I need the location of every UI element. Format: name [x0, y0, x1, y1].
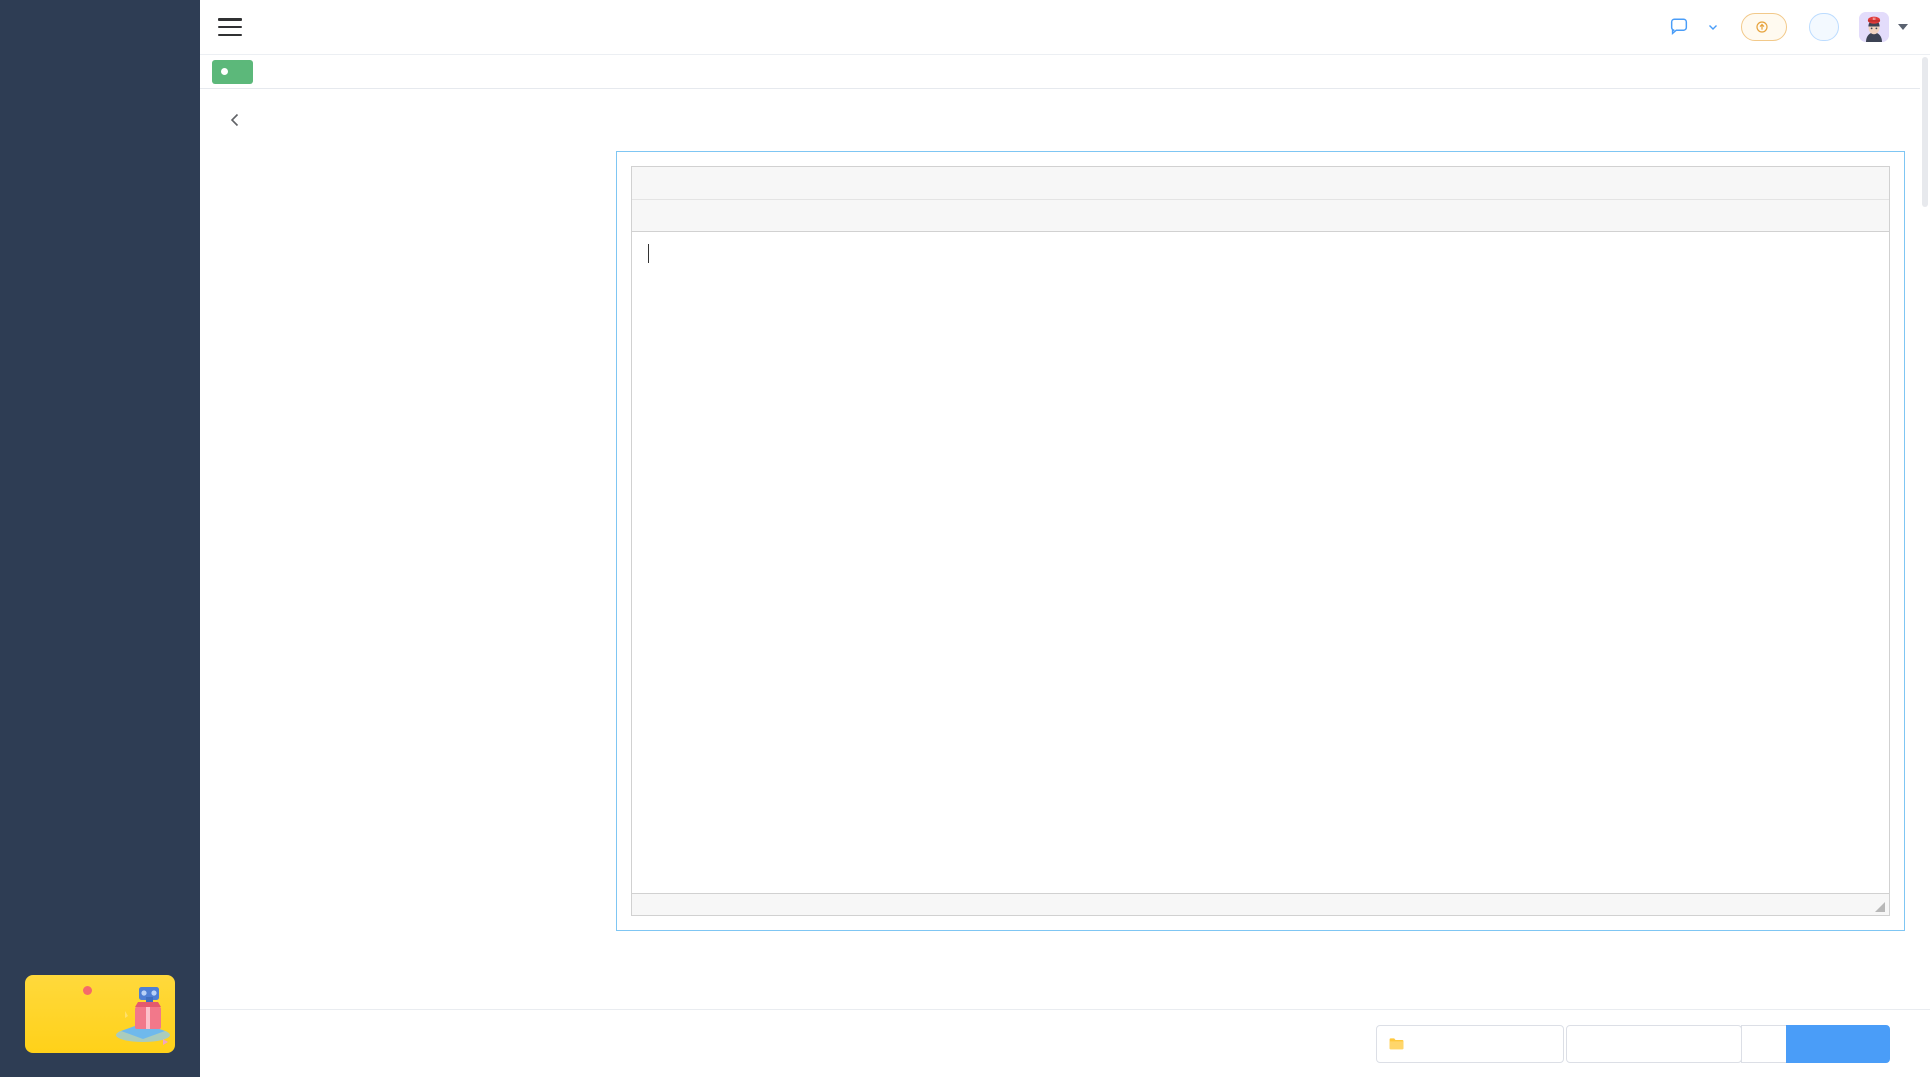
- template-name-input[interactable]: [1566, 1024, 1742, 1063]
- avatar[interactable]: M: [1859, 12, 1889, 42]
- save-button[interactable]: [1786, 1024, 1890, 1063]
- top-bar-right: M: [1668, 12, 1908, 42]
- rich-text-editor: [631, 166, 1890, 916]
- save-draft-button[interactable]: [1741, 1024, 1787, 1063]
- app-root: M: [0, 0, 1930, 1077]
- page-scrollbar[interactable]: [1920, 55, 1930, 1077]
- page-header: [200, 89, 1930, 151]
- tab-status-dot: [221, 68, 228, 75]
- toolbar-row-2: [632, 199, 1889, 231]
- chat-bubble-icon[interactable]: [1668, 16, 1690, 38]
- folder-icon: [1389, 1037, 1404, 1050]
- menu-icon[interactable]: [218, 18, 242, 36]
- editor-panel: [616, 151, 1905, 931]
- upgrade-icon: [1756, 21, 1768, 33]
- chevron-down-icon: [1709, 25, 1717, 30]
- svg-text:M: M: [1873, 17, 1876, 21]
- sidebar-nav: [0, 0, 200, 975]
- page-tab-strip: [200, 55, 1930, 89]
- editor-content-body[interactable]: [632, 232, 1889, 893]
- feedback-button[interactable]: [1809, 13, 1839, 41]
- promo-banner[interactable]: [25, 975, 175, 1053]
- page-tab-edit-mail-template[interactable]: [212, 59, 253, 84]
- editor-toolbar: [632, 167, 1889, 232]
- editor-row: [200, 151, 1930, 931]
- team-switcher[interactable]: [1700, 21, 1719, 33]
- content-area: [200, 89, 1930, 1077]
- resize-handle-icon[interactable]: [1873, 900, 1886, 913]
- main-area: M: [200, 0, 1930, 1077]
- user-menu-caret-icon[interactable]: [1898, 24, 1908, 30]
- footer-action-bar: [200, 1009, 1930, 1077]
- chevron-left-icon[interactable]: [226, 111, 244, 129]
- editor-status-bar: [632, 893, 1889, 915]
- text-cursor: [648, 244, 649, 263]
- toolbar-row-1: [632, 167, 1889, 199]
- avatar-image: M: [1859, 12, 1889, 42]
- scrollbar-thumb[interactable]: [1922, 57, 1928, 207]
- upgrade-plan-button[interactable]: [1741, 13, 1787, 41]
- top-bar: M: [200, 0, 1930, 55]
- promo-dot: [83, 986, 92, 995]
- category-select[interactable]: [1376, 1024, 1564, 1063]
- sidebar: [0, 0, 200, 1077]
- promo-illustration: [116, 987, 170, 1045]
